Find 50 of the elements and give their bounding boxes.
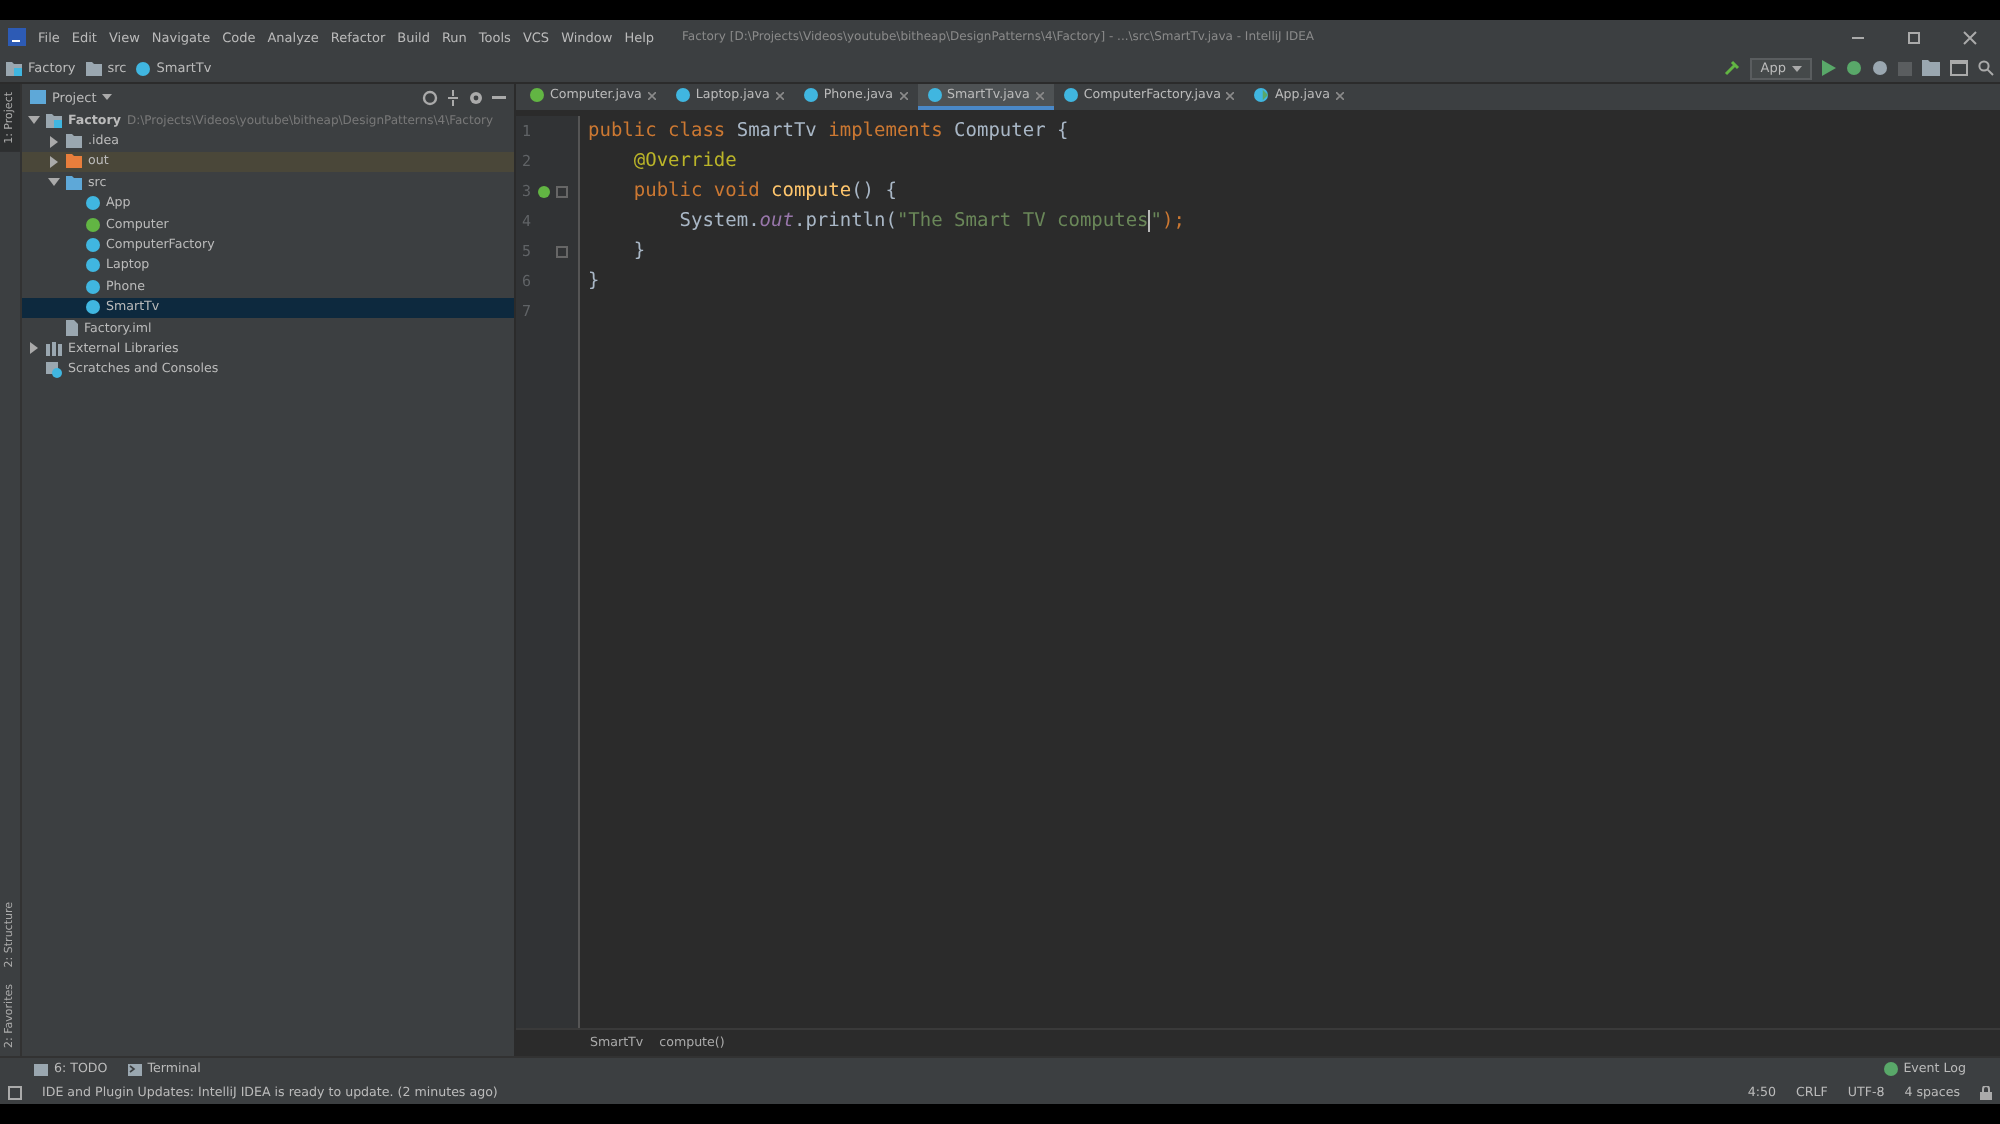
code-line: public void compute() { [631, 180, 897, 202]
folder-icon [85, 61, 102, 75]
app-logo-icon [8, 28, 26, 46]
interface-icon [86, 217, 100, 232]
class-icon [1063, 88, 1078, 102]
implements-marker-icon[interactable] [537, 185, 550, 197]
collapsed-arrow-icon[interactable] [48, 155, 60, 168]
expanded-arrow-icon[interactable] [48, 176, 60, 189]
module-folder-icon [46, 113, 62, 128]
close-tab-icon[interactable] [1335, 91, 1344, 99]
library-icon [46, 341, 62, 356]
code-line: } [588, 270, 600, 292]
code-line: } [631, 240, 646, 262]
class-icon [136, 61, 151, 75]
collapsed-arrow-icon[interactable] [28, 342, 40, 355]
class-icon [1254, 88, 1269, 102]
interface-icon [530, 88, 544, 102]
close-tab-icon[interactable] [775, 91, 784, 99]
close-tab-icon[interactable] [647, 91, 656, 99]
close-tab-icon[interactable] [899, 91, 908, 99]
collapsed-arrow-icon[interactable] [48, 135, 60, 148]
event-icon [1883, 1062, 1898, 1076]
class-icon [86, 196, 100, 211]
module-folder-icon [6, 61, 22, 75]
target-icon[interactable] [422, 89, 438, 105]
hammer-icon[interactable] [1724, 60, 1741, 76]
dropdown-arrow-icon [1792, 65, 1802, 71]
close-tab-icon[interactable] [1226, 91, 1235, 99]
run-icon[interactable] [1822, 60, 1836, 76]
code-line: public class SmartTv implements Computer { [588, 120, 1069, 142]
expanded-arrow-icon[interactable] [28, 114, 40, 127]
lock-icon[interactable] [1980, 1085, 1992, 1099]
folder-icon [30, 90, 46, 104]
class-icon [675, 88, 690, 102]
class-icon [927, 88, 942, 102]
fold-marker-icon[interactable] [555, 245, 568, 257]
square-icon[interactable] [8, 1085, 22, 1099]
collapse-icon[interactable] [446, 89, 460, 105]
code-line: System.out.println("The Smart TV computes"); [677, 210, 1185, 232]
settings-icon[interactable] [468, 89, 484, 105]
file-icon [66, 320, 78, 337]
search-icon[interactable] [1978, 60, 1994, 76]
class-icon [803, 88, 818, 102]
code-line: @Override [631, 150, 737, 172]
terminal-icon [127, 1063, 142, 1075]
dropdown-arrow-icon [102, 94, 113, 100]
folder-icon[interactable] [1922, 60, 1940, 76]
fold-marker-icon[interactable] [555, 185, 568, 197]
scratches-icon [46, 361, 62, 378]
window-icon[interactable] [1950, 60, 1968, 76]
